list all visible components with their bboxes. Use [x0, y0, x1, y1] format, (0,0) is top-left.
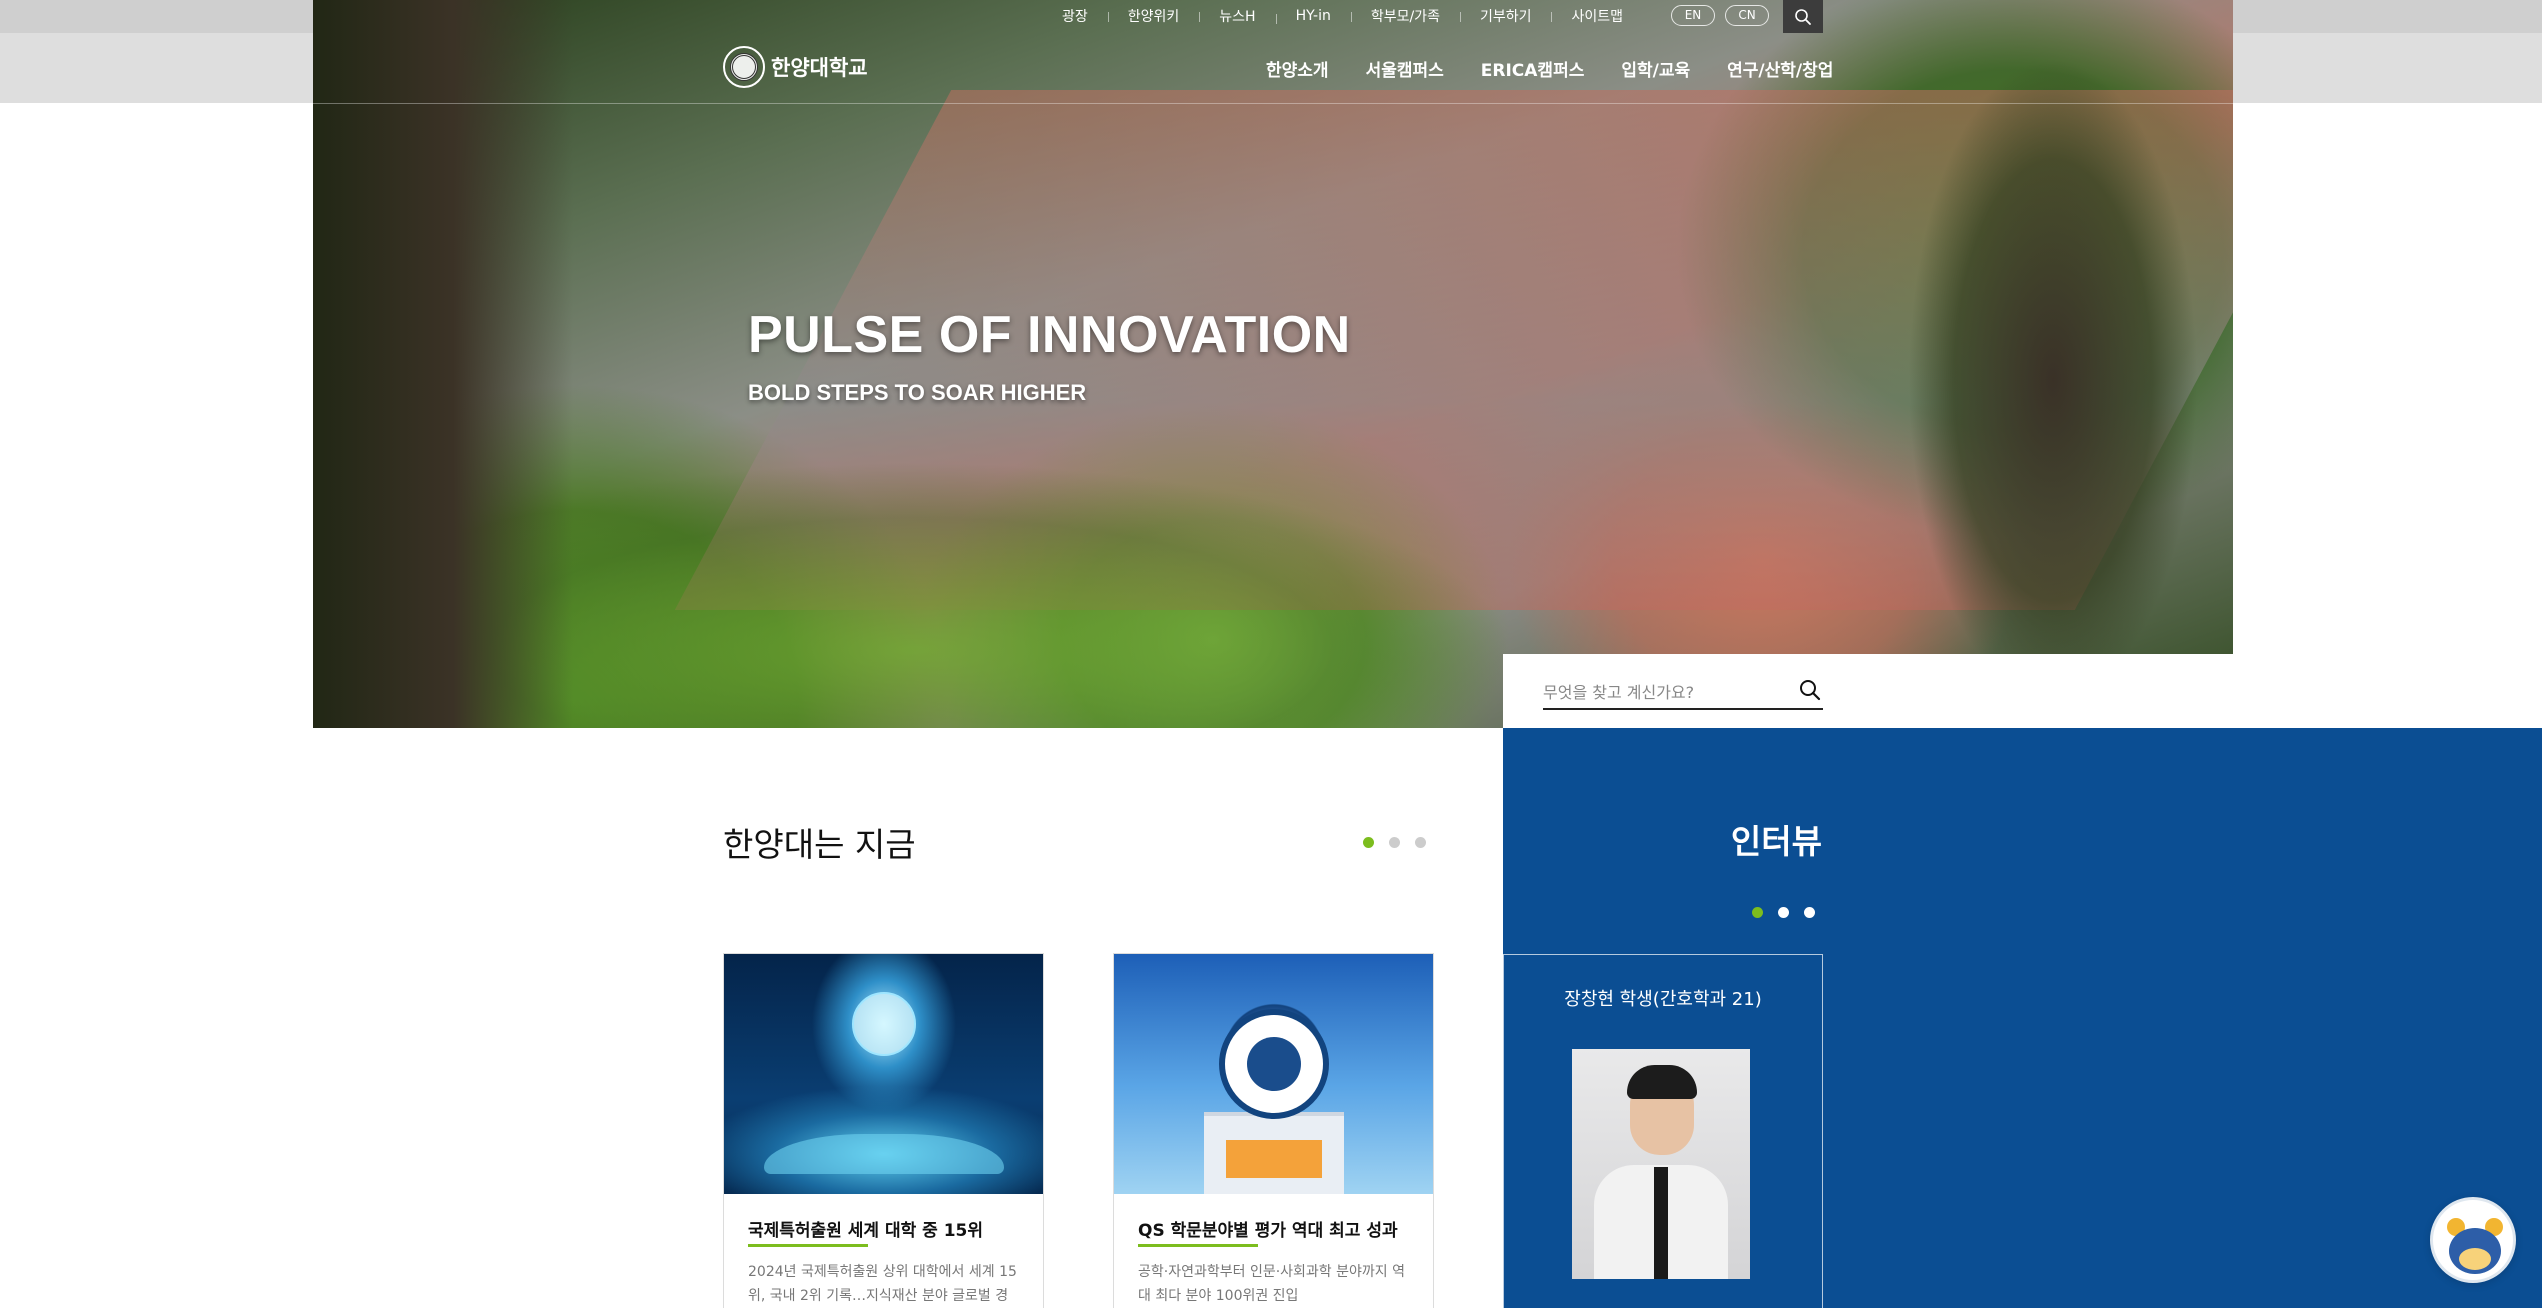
- util-link-donate[interactable]: 기부하기: [1459, 6, 1552, 26]
- lang-button-en[interactable]: EN: [1671, 5, 1715, 26]
- pager-dot[interactable]: [1389, 837, 1400, 848]
- header-divider: [313, 103, 2233, 104]
- pager-dot[interactable]: [1804, 907, 1815, 918]
- news-title: 국제특허출원 세계 대학 중 15위: [748, 1221, 984, 1241]
- hero-title: PULSE OF INNOVATION: [748, 306, 1351, 364]
- search-button[interactable]: [1796, 676, 1824, 706]
- interview-photo: [1572, 1049, 1750, 1279]
- site-logo[interactable]: 한양대학교: [723, 46, 868, 88]
- search-icon: [1800, 679, 1821, 700]
- title-underline: [748, 1244, 868, 1247]
- now-pager: [1363, 837, 1441, 848]
- interview-person-name: 장창현 학생(간호학과 21): [1564, 989, 1762, 1010]
- hero-tree-image: [1873, 0, 2233, 728]
- title-underline: [1138, 1244, 1258, 1247]
- news-card[interactable]: 국제특허출원 세계 대학 중 15위 2024년 국제특허출원 상위 대학에서 …: [723, 953, 1044, 1308]
- pager-dot-active[interactable]: [1752, 907, 1763, 918]
- util-link-wiki[interactable]: 한양위키: [1107, 6, 1200, 26]
- util-link-hyin[interactable]: HY-in: [1275, 8, 1351, 24]
- nav-item-admission[interactable]: 입학/교육: [1621, 56, 1690, 81]
- top-search-button[interactable]: [1783, 0, 1823, 33]
- news-description: 공학·자연과학부터 인문·사회과학 분야까지 역대 최다 분야 100위권 진입: [1138, 1264, 1405, 1304]
- news-thumbnail: [724, 954, 1043, 1194]
- news-description: 2024년 국제특허출원 상위 대학에서 세계 15위, 국내 2위 기록…지식…: [748, 1264, 1017, 1304]
- news-thumbnail: [1114, 954, 1433, 1194]
- now-section-title: 한양대는 지금: [723, 825, 916, 864]
- interview-card[interactable]: 장창현 학생(간호학과 21): [1503, 954, 1823, 1308]
- util-link-news[interactable]: 뉴스H: [1199, 6, 1275, 26]
- nav-item-research[interactable]: 연구/산학/창업: [1727, 56, 1833, 81]
- pager-dot[interactable]: [1778, 907, 1789, 918]
- pager-dot[interactable]: [1415, 837, 1426, 848]
- pager-dot-active[interactable]: [1363, 837, 1374, 848]
- search-icon: [1795, 8, 1811, 25]
- news-title: QS 학문분야별 평가 역대 최고 성과: [1138, 1221, 1398, 1241]
- lang-button-cn[interactable]: CN: [1725, 5, 1769, 26]
- hero-tree-image: [313, 0, 573, 728]
- logo-text: 한양대학교: [771, 56, 868, 80]
- nav-item-seoul-campus[interactable]: 서울캠퍼스: [1366, 56, 1444, 81]
- util-link-parents[interactable]: 학부모/가족: [1350, 6, 1460, 26]
- mascot-chatbot-button[interactable]: [2430, 1197, 2516, 1283]
- search-panel: [1503, 654, 2233, 729]
- main-nav: 한양소개 서울캠퍼스 ERICA캠퍼스 입학/교육 연구/산학/창업: [1266, 56, 1870, 81]
- search-input[interactable]: [1543, 676, 1823, 710]
- nav-item-about[interactable]: 한양소개: [1266, 56, 1329, 81]
- util-link-plaza[interactable]: 광장: [1042, 6, 1108, 26]
- interview-title: 인터뷰: [1730, 822, 1822, 861]
- news-card[interactable]: QS 학문분야별 평가 역대 최고 성과 공학·자연과학부터 인문·사회과학 분…: [1113, 953, 1434, 1308]
- interview-pager: [1752, 907, 1830, 918]
- hero-banner: PULSE OF INNOVATION BOLD STEPS TO SOAR H…: [313, 0, 2233, 728]
- hero-subtitle: BOLD STEPS TO SOAR HIGHER: [748, 380, 1087, 405]
- university-emblem-icon: [723, 46, 765, 88]
- util-link-sitemap[interactable]: 사이트맵: [1551, 6, 1643, 26]
- nav-item-erica-campus[interactable]: ERICA캠퍼스: [1481, 56, 1585, 81]
- utility-nav: 광장 한양위키 뉴스H HY-in 학부모/가족 기부하기 사이트맵: [1042, 6, 1643, 26]
